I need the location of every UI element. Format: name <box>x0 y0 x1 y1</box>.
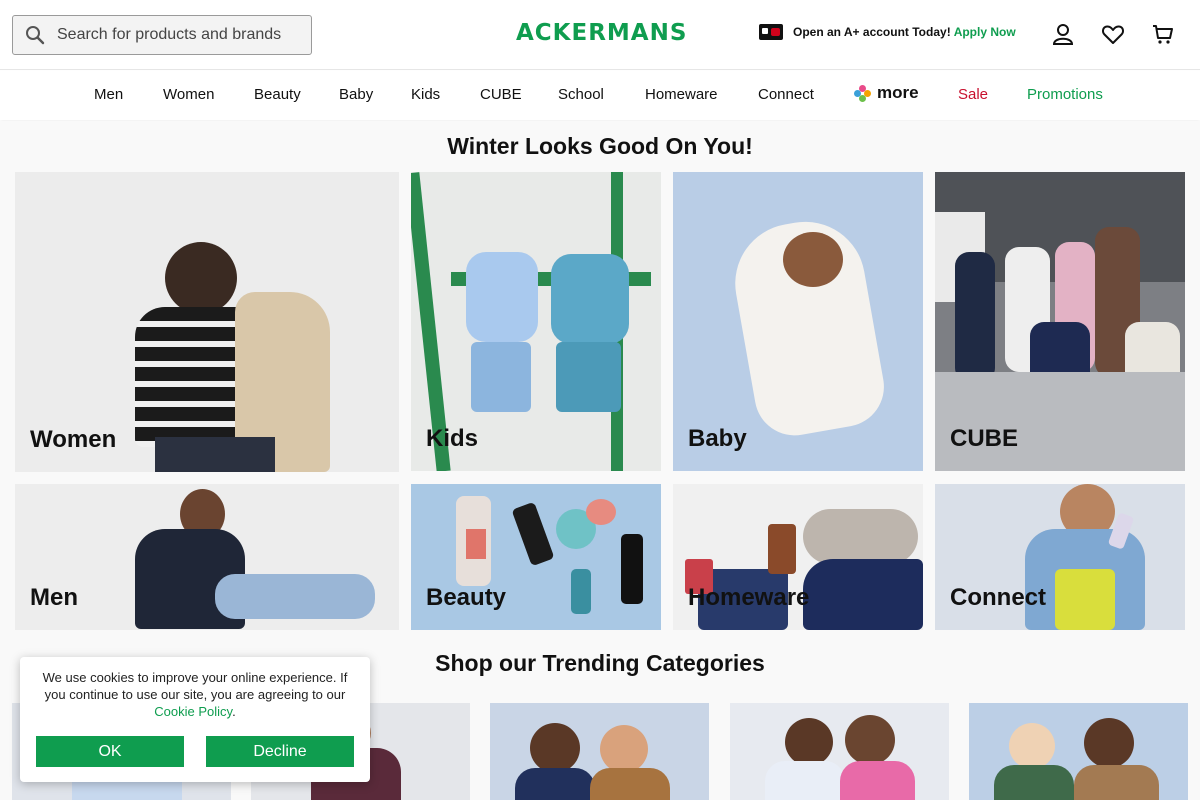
trending-jacket-image <box>515 768 595 800</box>
nav-item-more[interactable]: more <box>854 83 919 103</box>
category-tile-cube[interactable]: CUBE <box>935 172 1185 471</box>
cookie-decline-button[interactable]: Decline <box>206 736 354 767</box>
nav-item-sale[interactable]: Sale <box>958 86 988 103</box>
hero-title: Winter Looks Good On You! <box>447 133 753 159</box>
reed-diffuser-image <box>768 524 796 574</box>
cookie-ok-button[interactable]: OK <box>36 736 184 767</box>
nav-item-kids[interactable]: Kids <box>411 86 440 103</box>
trending-tile-4[interactable] <box>730 703 949 800</box>
nav-item-baby[interactable]: Baby <box>339 86 373 103</box>
tile-label: CUBE <box>950 425 1019 452</box>
site-header: ACKERMANS Open an A+ account Today! Appl… <box>0 0 1200 70</box>
trending-face-image <box>1009 723 1055 769</box>
trending-face-image <box>530 723 580 773</box>
trending-face-image-2 <box>1084 718 1134 768</box>
category-tile-homeware[interactable]: Homeware <box>673 484 923 630</box>
nav-item-women[interactable]: Women <box>163 86 214 103</box>
nav-item-beauty[interactable]: Beauty <box>254 86 301 103</box>
child-tracksuit-image <box>551 254 629 344</box>
category-tile-men[interactable]: Men <box>15 484 399 630</box>
tile-label: Men <box>30 584 78 611</box>
tile-label: Connect <box>950 584 1046 611</box>
cart-icon[interactable] <box>1151 22 1175 46</box>
model-1-image <box>955 252 995 382</box>
spray-bottle-image <box>621 534 643 604</box>
eye-patch-image <box>586 499 616 525</box>
nav-item-homeware[interactable]: Homeware <box>645 86 718 103</box>
wishlist-heart-icon[interactable] <box>1101 22 1125 46</box>
nav-item-connect[interactable]: Connect <box>758 86 814 103</box>
tile-label: Baby <box>688 425 747 452</box>
jeans-image <box>215 574 375 619</box>
jeans-image <box>155 437 275 472</box>
trending-jacket-image <box>994 765 1074 800</box>
tile-label: Kids <box>426 425 479 452</box>
child-pants-image <box>556 342 621 412</box>
nav-item-men[interactable]: Men <box>94 86 123 103</box>
search-input[interactable] <box>57 26 297 44</box>
trending-top-image-2 <box>840 761 915 800</box>
account-icon[interactable] <box>1051 22 1075 46</box>
search-bar[interactable] <box>12 15 312 55</box>
child-hoodie-image <box>466 252 538 342</box>
trending-jacket-image-2 <box>1074 765 1159 800</box>
category-tile-kids[interactable]: Kids <box>411 172 661 471</box>
ackermans-logo[interactable]: ACKERMANS <box>516 20 687 46</box>
tile-label: Homeware <box>688 584 810 611</box>
baby-face-image <box>783 232 843 287</box>
floor-image <box>935 372 1185 471</box>
credit-card-icon <box>759 24 783 40</box>
trending-face-image-2 <box>600 725 648 773</box>
trending-face-image <box>785 718 833 766</box>
yellow-top-image <box>1055 569 1115 630</box>
cookie-banner: We use cookies to improve your online ex… <box>20 657 370 782</box>
trending-jacket-image-2 <box>590 768 670 800</box>
promo-text: Open an A+ account Today! <box>793 25 951 39</box>
dropper-bottle-image <box>571 569 591 614</box>
more-logo-icon <box>854 84 871 102</box>
nav-item-cube[interactable]: CUBE <box>480 86 522 103</box>
tile-label: Beauty <box>426 584 507 611</box>
trending-tile-5[interactable] <box>969 703 1188 800</box>
search-icon[interactable] <box>13 15 57 55</box>
child-jeans-image <box>471 342 531 412</box>
category-tile-connect[interactable]: Connect <box>935 484 1185 630</box>
cookie-message: We use cookies to improve your online ex… <box>42 670 348 719</box>
apply-now-link[interactable]: Apply Now <box>954 25 1016 39</box>
category-tile-baby[interactable]: Baby <box>673 172 923 471</box>
trending-top-image <box>765 761 845 800</box>
trending-face-image-2 <box>845 715 895 765</box>
tile-label: Women <box>30 426 117 453</box>
nav-item-promotions[interactable]: Promotions <box>1027 86 1103 103</box>
account-promo[interactable]: Open an A+ account Today! Apply Now <box>759 24 1016 40</box>
cookie-policy-link[interactable]: Cookie Policy <box>154 704 232 719</box>
main-nav: Men Women Beauty Baby Kids CUBE School H… <box>0 71 1200 120</box>
navy-blanket-image <box>803 559 923 630</box>
model-image <box>165 242 237 314</box>
serum-bottle-image <box>511 501 555 567</box>
rolled-towel-image <box>803 509 918 564</box>
trending-tile-3[interactable] <box>490 703 709 800</box>
category-tile-beauty[interactable]: Beauty <box>411 484 661 630</box>
nav-item-school[interactable]: School <box>558 86 604 103</box>
bottle-label-image <box>466 529 486 559</box>
more-label: more <box>877 83 919 102</box>
category-tile-women[interactable]: Women <box>15 172 399 472</box>
cookie-text: We use cookies to improve your online ex… <box>42 670 348 702</box>
